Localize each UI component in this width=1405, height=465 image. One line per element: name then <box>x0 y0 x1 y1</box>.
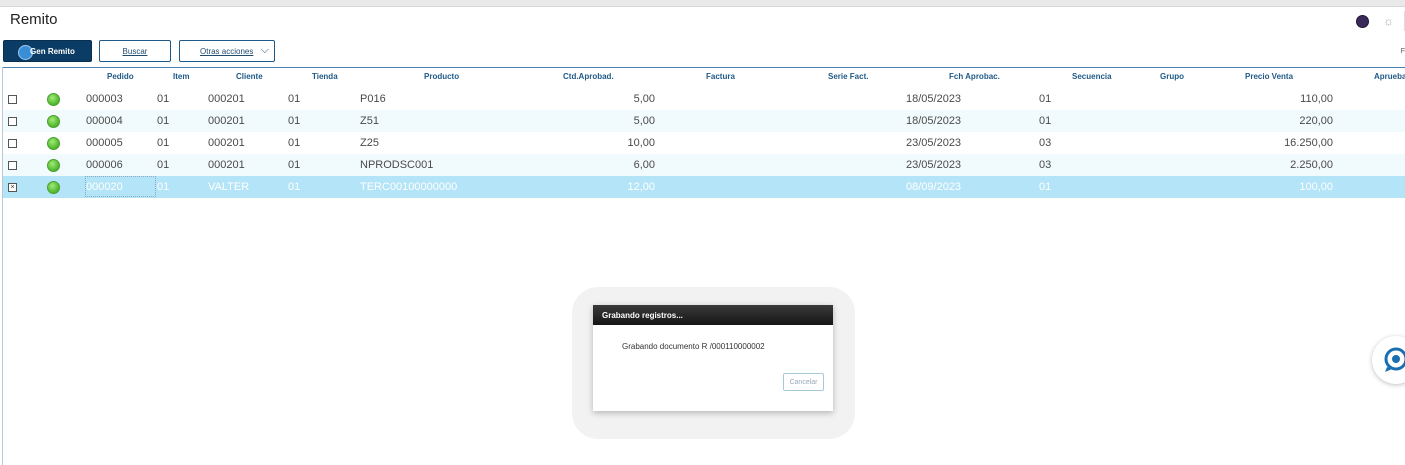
cell-tienda[interactable]: 01 <box>288 137 300 149</box>
profile-dot-icon[interactable] <box>1356 14 1369 28</box>
header-pedido[interactable]: Pedido <box>107 72 134 81</box>
cell-tienda[interactable]: 01 <box>288 93 300 105</box>
header-aprueba[interactable]: Aprueba <box>1374 72 1405 81</box>
table-row[interactable]: 000006 01 000201 01 NPRODSC001 6,00 23/05/2023… <box>3 154 1405 176</box>
cell-secuencia[interactable]: 01 <box>1039 115 1051 127</box>
cell-ctd[interactable]: 10,00 <box>627 137 655 149</box>
cell-precio[interactable]: 100,00 <box>1299 181 1333 193</box>
cell-item[interactable]: 01 <box>157 115 169 127</box>
table-row[interactable]: 000004 01 000201 01 Z51 5,00 18/05/2023 01 220,0… <box>3 110 1405 132</box>
green-status-dot-icon <box>47 137 60 150</box>
cell-cliente[interactable]: 000201 <box>208 93 245 105</box>
dialog-title: Grabando registros... <box>593 305 833 325</box>
gen-remito-button[interactable]: Gen Remito <box>3 40 92 62</box>
cell-precio[interactable]: 2.250,00 <box>1290 159 1333 171</box>
progress-dialog: Grabando registros... Grabando documento… <box>593 305 833 411</box>
cell-fch[interactable]: 23/05/2023 <box>906 137 961 149</box>
cell-tienda[interactable]: 01 <box>288 159 300 171</box>
cell-tienda[interactable]: 01 <box>288 181 300 193</box>
cell-pedido[interactable]: 000020 <box>86 181 123 193</box>
header-precio-venta[interactable]: Precio Venta <box>1245 72 1293 81</box>
header-serie-fact[interactable]: Serie Fact. <box>828 72 868 81</box>
header-tienda[interactable]: Tienda <box>312 72 338 81</box>
cell-ctd[interactable]: 5,00 <box>634 93 655 105</box>
otras-acciones-label: Otras acciones <box>200 46 254 56</box>
row-checkbox[interactable]: × <box>8 183 17 192</box>
cell-pedido[interactable]: 000006 <box>86 159 123 171</box>
cell-precio[interactable]: 110,00 <box>1300 93 1333 105</box>
cell-fch[interactable]: 18/05/2023 <box>906 115 961 127</box>
cell-fch[interactable]: 23/05/2023 <box>906 159 961 171</box>
cell-producto[interactable]: P016 <box>360 93 386 105</box>
green-status-dot-icon <box>47 93 60 106</box>
cell-producto[interactable]: NPRODSC001 <box>360 159 433 171</box>
cell-item[interactable]: 01 <box>157 159 169 171</box>
cell-cliente[interactable]: VALTER <box>208 181 249 193</box>
cell-secuencia[interactable]: 01 <box>1039 181 1051 193</box>
green-status-dot-icon <box>47 115 60 128</box>
otras-acciones-button[interactable]: Otras acciones ⌵ <box>179 40 275 62</box>
chat-support-icon <box>1384 347 1405 372</box>
row-checkbox[interactable] <box>8 139 17 148</box>
buscar-button[interactable]: Buscar <box>99 40 171 62</box>
cell-item[interactable]: 01 <box>157 181 169 193</box>
header-fch-aprobac[interactable]: Fch Aprobac. <box>949 72 1000 81</box>
cell-item[interactable]: 01 <box>157 93 169 105</box>
gen-remito-label: Gen Remito <box>30 46 75 56</box>
header-item[interactable]: Item <box>173 72 189 81</box>
top-right-icons: ☼ <box>1356 10 1405 32</box>
cell-ctd[interactable]: 6,00 <box>634 159 655 171</box>
cell-secuencia[interactable]: 03 <box>1039 159 1051 171</box>
table-row[interactable]: 000005 01 000201 01 Z25 10,00 23/05/2023 03 16.2… <box>3 132 1405 154</box>
header-secuencia[interactable]: Secuencia <box>1072 72 1112 81</box>
row-checkbox[interactable] <box>8 95 17 104</box>
cell-producto[interactable]: Z25 <box>360 137 379 149</box>
gear-icon[interactable]: ☼ <box>1383 14 1394 28</box>
cell-pedido[interactable]: 000003 <box>86 93 123 105</box>
header-grupo[interactable]: Grupo <box>1160 72 1184 81</box>
cell-item[interactable]: 01 <box>157 137 169 149</box>
dialog-message: Grabando documento R /000110000002 <box>622 342 765 351</box>
cell-secuencia[interactable]: 01 <box>1039 93 1051 105</box>
buscar-label: Buscar <box>122 46 148 56</box>
truncated-right-label: F <box>1400 48 1405 55</box>
header-cliente[interactable]: Cliente <box>236 72 263 81</box>
page-title: Remito <box>10 11 58 28</box>
green-status-dot-icon <box>47 159 60 172</box>
cell-ctd[interactable]: 5,00 <box>634 115 655 127</box>
cell-fch[interactable]: 08/09/2023 <box>906 181 961 193</box>
table-row[interactable]: 000003 01 000201 01 P016 5,00 18/05/2023 01 110,… <box>3 88 1405 110</box>
green-status-dot-icon <box>47 181 60 194</box>
cell-cliente[interactable]: 000201 <box>208 115 245 127</box>
header-producto[interactable]: Producto <box>424 72 459 81</box>
cell-cliente[interactable]: 000201 <box>208 159 245 171</box>
cell-precio[interactable]: 220,00 <box>1299 115 1333 127</box>
grid-top-border <box>2 67 1405 68</box>
window-top-bar <box>0 0 1405 7</box>
cell-producto[interactable]: TERC00100000000 <box>360 181 457 193</box>
cell-tienda[interactable]: 01 <box>288 115 300 127</box>
cell-fch[interactable]: 18/05/2023 <box>906 93 961 105</box>
header-ctd-aprobad[interactable]: Ctd.Aprobad. <box>563 72 614 81</box>
cell-cliente[interactable]: 000201 <box>208 137 245 149</box>
row-checkbox[interactable] <box>8 161 17 170</box>
cancel-button[interactable]: Cancelar <box>783 373 824 391</box>
row-checkbox[interactable] <box>8 117 17 126</box>
header-factura[interactable]: Factura <box>706 72 735 81</box>
cell-pedido[interactable]: 000004 <box>86 115 123 127</box>
cell-producto[interactable]: Z51 <box>360 115 379 127</box>
chevron-down-icon: ⌵ <box>260 44 269 56</box>
cell-secuencia[interactable]: 03 <box>1039 137 1051 149</box>
cell-pedido[interactable]: 000005 <box>86 137 123 149</box>
cell-ctd[interactable]: 12,00 <box>627 181 655 193</box>
cell-precio[interactable]: 16.250,00 <box>1284 137 1333 149</box>
table-row[interactable]: × 000020 01 VALTER 01 TERC00100000000 12,00 08/… <box>3 176 1405 198</box>
chat-support-button[interactable] <box>1372 336 1405 384</box>
